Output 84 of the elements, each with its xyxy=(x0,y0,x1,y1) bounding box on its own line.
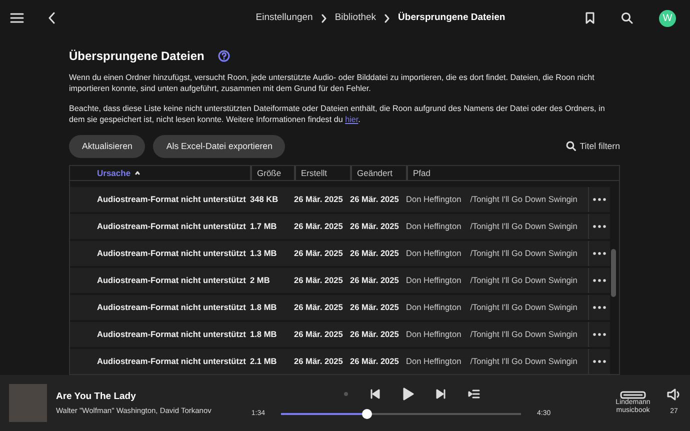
table-cell-text: Audiostream-Format nicht unterstützt xyxy=(96,274,247,287)
table-cell-text: 2.1 MB xyxy=(250,355,278,368)
breadcrumb-item[interactable]: Bibliothek xyxy=(334,10,376,26)
table-cell-text: 26 Mär. 2025 xyxy=(294,328,344,341)
breadcrumb-item: Übersprungene Dateien xyxy=(398,10,506,25)
breadcrumb-item[interactable]: Einstellungen xyxy=(256,10,313,26)
table-cell-text: 26 Mär. 2025 xyxy=(294,274,344,287)
table-cell-text: 26 Mär. 2025 xyxy=(350,220,400,233)
next-icon[interactable] xyxy=(436,388,446,399)
more-icon[interactable] xyxy=(593,332,606,336)
table-cell-text: 26 Mär. 2025 xyxy=(350,247,400,260)
table-cell-text: Audiostream-Format nicht unterstützt xyxy=(96,301,247,314)
table-cell-text: Audiostream-Format nicht unterstützt xyxy=(96,220,247,233)
table-cell-text: Audiostream-Format nicht unterstützt xyxy=(96,355,247,368)
device-icon[interactable] xyxy=(620,390,646,399)
more-icon[interactable] xyxy=(593,252,606,255)
table-cell-text: 1.8 MB xyxy=(250,328,278,341)
table-cell-text: Audiostream-Format nicht unterstützt xyxy=(96,247,247,260)
table-cell: /Tonight I'll Go Down Swingin xyxy=(470,355,578,368)
more-icon[interactable] xyxy=(593,198,606,201)
table-cell: /Tonight I'll Go Down Swingin xyxy=(470,328,578,341)
table-cell-text: 1.7 MB xyxy=(250,220,278,233)
filter-button[interactable]: Titel filtern xyxy=(566,140,620,153)
sort-icon xyxy=(134,170,140,175)
table-cell-text: 26 Mär. 2025 xyxy=(294,193,344,206)
table-cell: /Tonight I'll Go Down Swingin xyxy=(470,274,578,287)
play-icon[interactable] xyxy=(402,386,414,401)
chevron-icon xyxy=(384,14,390,22)
volume-icon[interactable] xyxy=(667,388,681,402)
table-cell-text: 26 Mär. 2025 xyxy=(294,247,344,260)
column-header[interactable]: Geändert xyxy=(350,166,406,180)
search-icon[interactable] xyxy=(621,12,633,24)
more-icon[interactable] xyxy=(593,306,606,309)
table-cell-text: 348 KB xyxy=(250,193,280,206)
table-cell: Don Heffington xyxy=(406,274,462,287)
indicator-dot xyxy=(344,392,348,396)
table-cell: Don Heffington xyxy=(406,328,462,341)
table-cell-text: 1.3 MB xyxy=(250,247,278,260)
queue-icon[interactable] xyxy=(468,388,480,399)
table-cell: Don Heffington xyxy=(406,301,462,314)
table-cell-text: 2 MB xyxy=(250,274,271,287)
menu-icon[interactable] xyxy=(10,12,24,24)
table-cell: /Tonight I'll Go Down Swingin xyxy=(470,247,578,260)
help-icon[interactable] xyxy=(218,50,230,62)
table-cell: Don Heffington xyxy=(406,193,462,206)
more-icon[interactable] xyxy=(593,360,606,363)
column-header[interactable]: Erstellt xyxy=(294,166,350,180)
table-cell-text: 1.8 MB xyxy=(250,301,278,314)
table-cell-text: 26 Mär. 2025 xyxy=(350,328,400,341)
description-text: Wenn du einen Ordner hinzufügst, versucht Roon, jede unterstützte Audio- oder Bilddatei zu importieren, die es dort findet. Dateien, die Roon nicht importieren konnte, sind unten aufgeführt, zusammen mit dem Grund für den Fehler. xyxy=(69,73,596,95)
previous-icon[interactable] xyxy=(370,388,380,399)
progress-thumb[interactable] xyxy=(362,409,372,419)
table-cell-text: 26 Mär. 2025 xyxy=(294,355,344,368)
table-cell-text: 26 Mär. 2025 xyxy=(350,274,400,287)
table-cell: /Tonight I'll Go Down Swingin xyxy=(470,193,578,206)
table-cell: Don Heffington xyxy=(406,220,462,233)
table-cell-text: 26 Mär. 2025 xyxy=(350,193,400,206)
table-cell-text: Audiostream-Format nicht unterstützt xyxy=(96,193,247,206)
column-header[interactable]: Ursache xyxy=(70,166,250,180)
table-cell-text: 26 Mär. 2025 xyxy=(294,220,344,233)
column-header[interactable]: Pfad xyxy=(406,166,597,180)
scrollbar[interactable] xyxy=(611,248,616,297)
search-icon xyxy=(566,141,576,152)
back-icon[interactable] xyxy=(48,12,56,24)
chevron-icon xyxy=(320,14,327,22)
track-title: Are You The Lady xyxy=(56,390,137,404)
column-header[interactable]: Größe xyxy=(250,166,294,180)
refresh-button[interactable]: Aktualisieren xyxy=(69,134,146,158)
export-button[interactable]: Als Excel-Datei exportieren xyxy=(153,134,286,158)
table-cell-text: Audiostream-Format nicht unterstützt xyxy=(96,328,247,341)
table-cell-text: 26 Mär. 2025 xyxy=(350,301,400,314)
help-link[interactable]: hier xyxy=(345,114,358,124)
table-cell: Don Heffington xyxy=(406,355,462,368)
page-title: Übersprungene Dateien xyxy=(69,48,204,65)
description-text: Beachte, dass diese Liste keine nicht unterstützten Dateiformate oder Dateien enthält, die Roon aufgrund des Namens der Datei oder des Ordners, in dem sie gespeichert ist, nicht lesen konnte. Weitere Informationen findest du hier. xyxy=(69,104,606,126)
table-cell: Don Heffington xyxy=(406,247,462,260)
album-art-placeholder xyxy=(9,384,47,422)
table-cell-text: 26 Mär. 2025 xyxy=(294,301,344,314)
table-cell: /Tonight I'll Go Down Swingin xyxy=(470,301,578,314)
table-cell: /Tonight I'll Go Down Swingin xyxy=(470,220,578,233)
table-cell-text: 26 Mär. 2025 xyxy=(350,355,400,368)
bookmark-icon[interactable] xyxy=(585,12,595,24)
more-icon[interactable] xyxy=(593,224,606,228)
more-icon[interactable] xyxy=(593,278,606,282)
